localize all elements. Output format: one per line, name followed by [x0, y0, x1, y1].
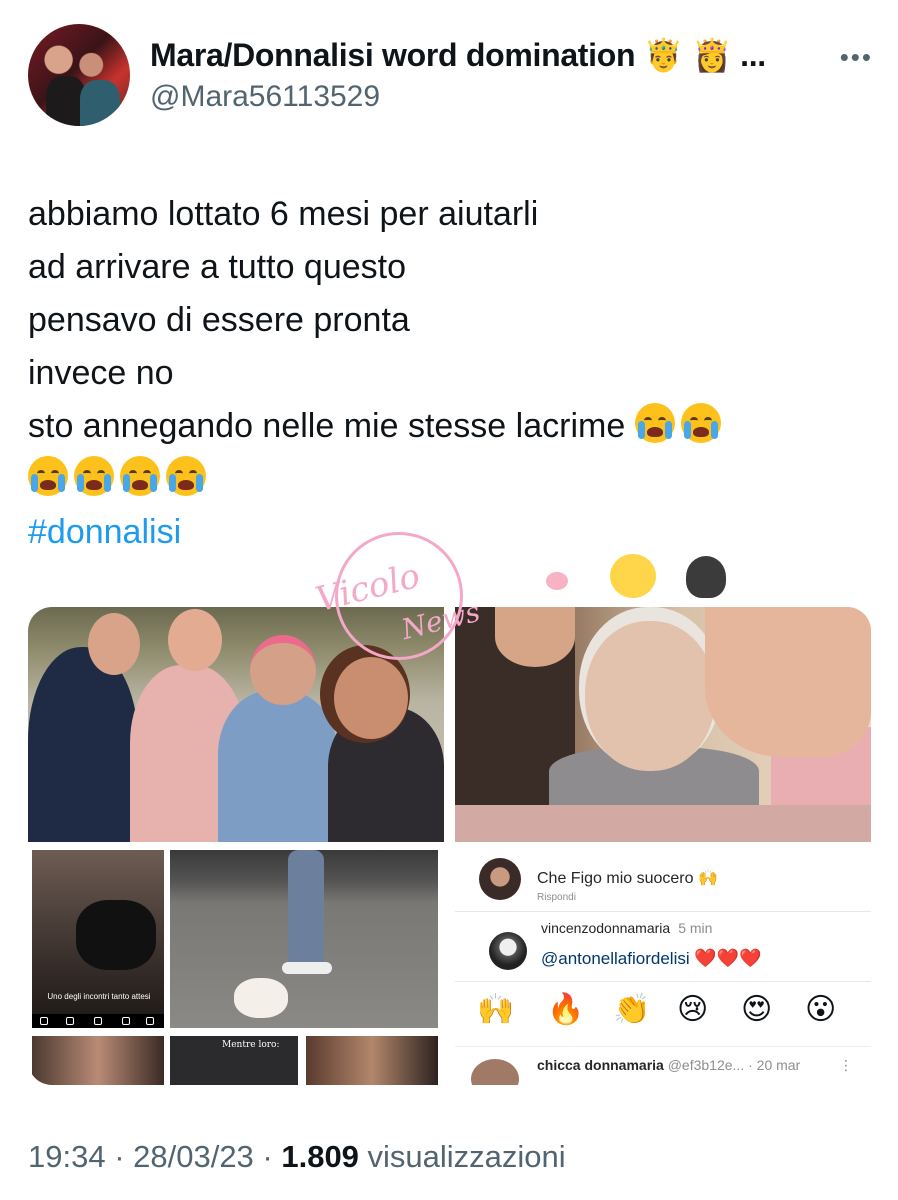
loudly-crying-face-icon	[634, 403, 675, 443]
comment-row: chicca donnamaria @ef3b12e... · 20 mar ⋮	[455, 1046, 871, 1085]
person-face	[495, 607, 575, 667]
photo-selfie	[455, 607, 871, 842]
person-figure	[28, 647, 138, 842]
comment-time: 5 min	[678, 920, 713, 936]
timestamp[interactable]: 19:34 · 28/03/23 ·	[28, 1139, 281, 1174]
comment-date: · 20 mar	[748, 1057, 801, 1073]
photo-thumbnail	[306, 1036, 438, 1085]
comment-username: chicca donnamaria @ef3b12e... · 20 mar	[537, 1057, 800, 1073]
comment-username: vincenzodonnamaria 5 min	[541, 920, 712, 936]
add-icon	[94, 1017, 102, 1025]
tweet-meta: 19:34 · 28/03/23 · 1.809 visualizzazioni	[28, 1139, 566, 1175]
comment-text: Che Figo mio suocero 🙌	[537, 870, 718, 887]
photo-thumbnail: Mentre loro:	[170, 1036, 298, 1085]
comments-screenshot: Che Figo mio suocero 🙌 Rispondi vincenzo…	[455, 842, 871, 1085]
person-face	[585, 621, 715, 771]
person-face	[334, 657, 408, 739]
tweet-line: invece no	[28, 354, 174, 392]
loudly-crying-face-icon	[166, 456, 206, 496]
paw-icon	[546, 572, 568, 590]
tweet-line: ad arrivare a tutto questo	[28, 248, 407, 286]
tweet-header: Mara/Donnalisi word domination 🤴 👸 ... @…	[28, 24, 873, 128]
watermark-decoration	[540, 540, 760, 610]
dog-figure	[234, 978, 288, 1018]
photo-label: Mentre loro:	[222, 1040, 280, 1050]
tweet-text: abbiamo lottato 6 mesi per aiutarli ad a…	[28, 188, 868, 559]
person-figure	[288, 850, 324, 970]
comment-username-text: vincenzodonnamaria	[541, 920, 671, 936]
story-nav-bar	[32, 1014, 164, 1028]
photo-dog-story: Uno degli incontri tanto attesi	[32, 850, 164, 1028]
raising-hands-icon: 🙌	[477, 993, 515, 1026]
cartoon-girl-icon	[610, 554, 656, 598]
crying-face-icon: 😢	[677, 993, 709, 1026]
reels-icon	[122, 1017, 130, 1025]
photo-thumbnail	[32, 1036, 164, 1085]
avatar[interactable]	[28, 24, 130, 126]
search-icon	[66, 1017, 74, 1025]
loudly-crying-face-icon	[28, 456, 68, 496]
tweet-line: sto annegando nelle mie stesse lacrime	[28, 407, 626, 445]
person-figure	[218, 691, 338, 842]
view-count: 1.809	[281, 1139, 359, 1174]
emoji-line	[28, 453, 868, 506]
heart-eyes-icon: 😍	[741, 993, 773, 1026]
fire-icon: 🔥	[547, 993, 585, 1026]
person-face	[705, 607, 871, 757]
heart-icon: ❤️❤️❤️	[694, 948, 762, 968]
photo-border	[455, 805, 871, 842]
avatar	[479, 858, 521, 900]
comment-row: Che Figo mio suocero 🙌 Rispondi	[455, 852, 871, 912]
tweet-line: pensavo di essere pronta	[28, 301, 410, 339]
home-icon	[40, 1017, 48, 1025]
comment-handle: @ef3b12e...	[667, 1057, 745, 1073]
collage-bottom: Uno degli incontri tanto attesi Mentre l…	[28, 842, 871, 1085]
more-options-icon[interactable]: •••	[840, 42, 873, 73]
views-label: visualizzazioni	[358, 1139, 566, 1174]
display-name[interactable]: Mara/Donnalisi word domination 🤴 👸 ...	[150, 36, 766, 74]
avatar-figure	[80, 80, 120, 126]
photo-walking-dog	[170, 850, 438, 1028]
profile-icon	[146, 1017, 154, 1025]
comment-username-text: chicca donnamaria	[537, 1057, 664, 1073]
cartoon-girl-icon	[686, 556, 726, 598]
story-caption: Uno degli incontri tanto attesi	[47, 992, 151, 1001]
media-image[interactable]: Uno degli incontri tanto attesi Mentre l…	[28, 607, 871, 1085]
tweet-line: abbiamo lottato 6 mesi per aiutarli	[28, 195, 539, 233]
avatar	[471, 1059, 519, 1085]
comment-mention: @antonellafiordelisi ❤️❤️❤️	[541, 948, 762, 969]
loudly-crying-face-icon	[680, 403, 721, 443]
person-face	[88, 613, 140, 675]
mention-text: @antonellafiordelisi	[541, 949, 690, 968]
loudly-crying-face-icon	[120, 456, 160, 496]
watermark-logo: Vicolo News	[312, 532, 483, 662]
shoes	[282, 962, 332, 974]
tweet-line-with-emoji: sto annegando nelle mie stesse lacrime	[28, 400, 868, 453]
clapping-hands-icon: 👏	[613, 993, 651, 1026]
loudly-crying-face-icon	[74, 456, 114, 496]
avatar	[489, 932, 527, 970]
comment-row: vincenzodonnamaria 5 min @antonellafiorde…	[455, 916, 871, 982]
dog-figure	[76, 900, 156, 970]
reply-link: Rispondi	[537, 892, 576, 903]
person-face	[250, 635, 316, 705]
person-face	[168, 609, 222, 671]
reaction-bar: 🙌 🔥 👏 😢 😍 😮	[455, 986, 871, 1034]
more-options-icon: ⋮	[839, 1057, 853, 1073]
user-handle[interactable]: @Mara56113529	[150, 80, 380, 114]
surprised-face-icon: 😮	[805, 993, 837, 1026]
